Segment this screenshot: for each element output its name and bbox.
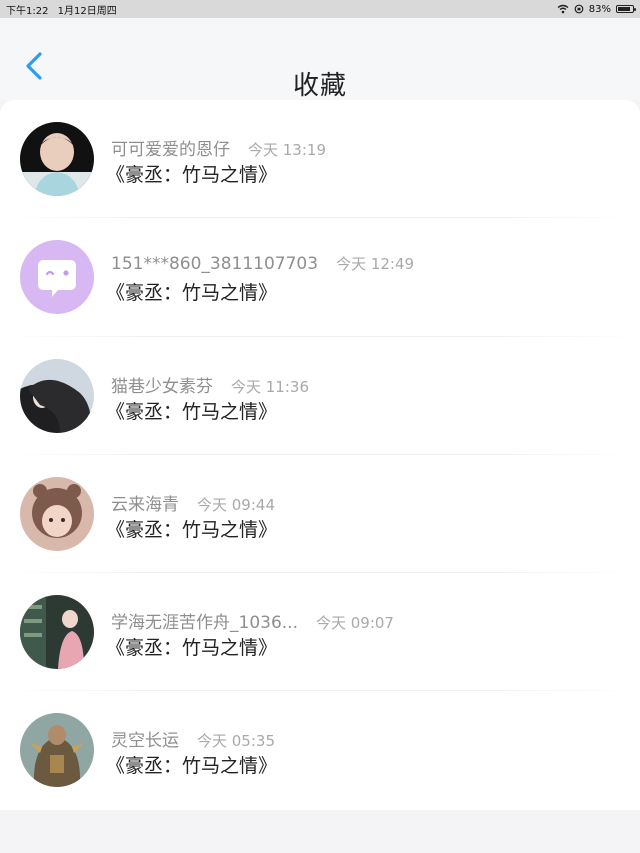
user-name[interactable]: 可可爱爱的恩仔 xyxy=(111,140,230,160)
battery-fill xyxy=(618,7,630,11)
book-title[interactable]: 《豪丞：竹马之情》 xyxy=(106,633,277,660)
wifi-icon xyxy=(557,4,569,14)
item-meta: 猫巷少女素芬 今天 11:36 xyxy=(111,372,309,397)
header: 收藏 xyxy=(0,18,640,101)
book-title[interactable]: 《豪丞：竹马之情》 xyxy=(106,751,277,778)
status-bar-right: 83% xyxy=(557,3,636,15)
avatar[interactable] xyxy=(20,595,94,670)
battery-percent: 83% xyxy=(588,3,611,15)
timestamp: 今天 13:19 xyxy=(248,141,326,159)
list-item[interactable]: 151***860_3811107703 今天 12:49 《豪丞：竹马之情》 xyxy=(0,218,640,337)
book-title[interactable]: 《豪丞：竹马之情》 xyxy=(106,515,277,542)
timestamp: 今天 12:49 xyxy=(336,255,415,274)
user-name[interactable]: 151***860_3811107703 xyxy=(111,254,318,274)
user-name[interactable]: 云来海青 xyxy=(111,495,179,515)
user-name[interactable]: 猫巷少女素芬 xyxy=(111,377,213,397)
orientation-lock-icon xyxy=(574,4,584,14)
timestamp: 今天 05:35 xyxy=(197,732,275,751)
status-bar: 下午1:22 1月12日周四 83% xyxy=(0,0,640,18)
list-item[interactable]: 灵空长运 今天 05:35 《豪丞：竹马之情》 xyxy=(0,691,640,809)
user-name[interactable]: 灵空长运 xyxy=(111,731,179,751)
timestamp: 今天 09:07 xyxy=(315,614,394,633)
avatar[interactable] xyxy=(20,358,94,433)
list-item[interactable]: 云来海青 今天 09:44 《豪丞：竹马之情》 xyxy=(0,455,640,574)
avatar[interactable] xyxy=(20,122,94,196)
page-title: 收藏 xyxy=(292,71,347,101)
list-item[interactable]: 可可爱爱的恩仔 今天 13:19 《豪丞：竹马之情》 xyxy=(0,100,640,219)
book-title[interactable]: 《豪丞：竹马之情》 xyxy=(106,160,277,187)
default-avatar-icon xyxy=(20,240,94,315)
item-meta: 151***860_3811107703 今天 12:49 xyxy=(111,253,414,274)
favorites-list: 可可爱爱的恩仔 今天 13:19 《豪丞：竹马之情》 151***860_3811… xyxy=(0,100,640,810)
timestamp: 今天 11:36 xyxy=(231,377,309,396)
item-meta: 学海无涯苦作舟_1036... 今天 09:07 xyxy=(111,608,394,633)
battery-icon xyxy=(616,5,636,13)
item-meta: 可可爱爱的恩仔 今天 13:19 xyxy=(111,135,326,160)
avatar-photo xyxy=(20,476,94,551)
avatar-photo xyxy=(20,713,94,788)
user-name[interactable]: 学海无涯苦作舟_1036... xyxy=(111,613,298,633)
status-date: 1月12日周四 xyxy=(57,5,117,17)
book-title[interactable]: 《豪丞：竹马之情》 xyxy=(106,397,277,424)
avatar[interactable] xyxy=(20,476,94,551)
avatar[interactable] xyxy=(20,240,94,315)
avatar-photo xyxy=(20,358,94,433)
avatar-photo xyxy=(20,595,94,670)
status-bar-left: 下午1:22 1月12日周四 xyxy=(6,2,123,17)
item-meta: 灵空长运 今天 05:35 xyxy=(111,726,275,751)
status-time: 下午1:22 xyxy=(6,5,49,17)
avatar[interactable] xyxy=(20,713,94,788)
list-item[interactable]: 猫巷少女素芬 今天 11:36 《豪丞：竹马之情》 xyxy=(0,337,640,455)
avatar-photo xyxy=(20,122,94,196)
list-item[interactable]: 学海无涯苦作舟_1036... 今天 09:07 《豪丞：竹马之情》 xyxy=(0,573,640,692)
book-title[interactable]: 《豪丞：竹马之情》 xyxy=(106,278,277,305)
item-meta: 云来海青 今天 09:44 xyxy=(111,490,275,515)
timestamp: 今天 09:44 xyxy=(197,495,275,514)
